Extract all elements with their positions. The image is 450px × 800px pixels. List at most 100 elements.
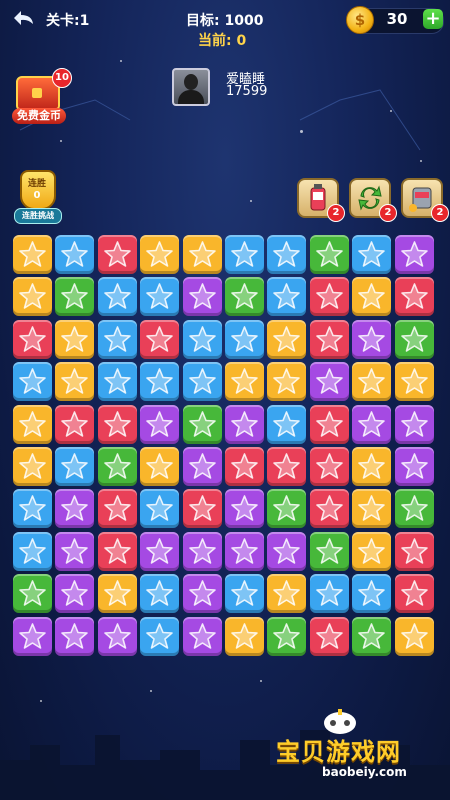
star-tile-yellow[interactable] [267, 574, 306, 613]
star-tile-purple[interactable] [183, 447, 222, 486]
star-tile-green[interactable] [395, 489, 434, 528]
star-tile-yellow[interactable] [352, 447, 391, 486]
star-tile-blue[interactable] [140, 489, 179, 528]
star-tile-green[interactable] [352, 617, 391, 656]
star-tile-red[interactable] [395, 574, 434, 613]
star-tile-blue[interactable] [225, 235, 264, 274]
star-tile-green[interactable] [310, 532, 349, 571]
star-tile-yellow[interactable] [352, 362, 391, 401]
star-tile-purple[interactable] [395, 235, 434, 274]
star-tile-yellow[interactable] [98, 574, 137, 613]
star-tile-purple[interactable] [55, 489, 94, 528]
star-tile-yellow[interactable] [395, 617, 434, 656]
star-tile-yellow[interactable] [55, 320, 94, 359]
star-tile-yellow[interactable] [13, 235, 52, 274]
star-tile-blue[interactable] [98, 320, 137, 359]
star-tile-purple[interactable] [310, 362, 349, 401]
star-tile-red[interactable] [183, 489, 222, 528]
star-tile-green[interactable] [225, 277, 264, 316]
star-tile-blue[interactable] [140, 574, 179, 613]
star-tile-red[interactable] [225, 447, 264, 486]
star-tile-yellow[interactable] [55, 362, 94, 401]
star-tile-blue[interactable] [140, 277, 179, 316]
star-tile-purple[interactable] [352, 320, 391, 359]
star-tile-yellow[interactable] [140, 235, 179, 274]
star-tile-yellow[interactable] [140, 447, 179, 486]
star-tile-purple[interactable] [98, 617, 137, 656]
star-tile-green[interactable] [183, 405, 222, 444]
tool-paint[interactable]: 2 [401, 178, 449, 222]
star-tile-blue[interactable] [140, 362, 179, 401]
star-tile-red[interactable] [310, 489, 349, 528]
star-tile-purple[interactable] [225, 489, 264, 528]
tool-hammer[interactable]: 2 [297, 178, 345, 222]
star-tile-red[interactable] [267, 447, 306, 486]
star-tile-yellow[interactable] [225, 362, 264, 401]
star-tile-blue[interactable] [310, 574, 349, 613]
star-tile-purple[interactable] [183, 532, 222, 571]
star-tile-green[interactable] [267, 617, 306, 656]
star-tile-red[interactable] [55, 405, 94, 444]
add-coins-button[interactable]: + [423, 9, 443, 29]
star-tile-blue[interactable] [352, 235, 391, 274]
star-tile-purple[interactable] [225, 532, 264, 571]
star-tile-green[interactable] [13, 574, 52, 613]
star-tile-purple[interactable] [395, 447, 434, 486]
star-tile-purple[interactable] [267, 532, 306, 571]
star-tile-yellow[interactable] [225, 617, 264, 656]
star-tile-blue[interactable] [183, 362, 222, 401]
star-tile-purple[interactable] [183, 574, 222, 613]
star-tile-red[interactable] [395, 277, 434, 316]
star-tile-green[interactable] [310, 235, 349, 274]
star-tile-yellow[interactable] [13, 447, 52, 486]
star-tile-red[interactable] [98, 235, 137, 274]
star-tile-purple[interactable] [13, 617, 52, 656]
star-tile-blue[interactable] [140, 617, 179, 656]
star-tile-blue[interactable] [267, 235, 306, 274]
star-tile-blue[interactable] [183, 320, 222, 359]
star-tile-purple[interactable] [140, 405, 179, 444]
tool-refresh[interactable]: 2 [349, 178, 397, 222]
star-tile-red[interactable] [140, 320, 179, 359]
star-tile-yellow[interactable] [13, 405, 52, 444]
star-tile-yellow[interactable] [267, 320, 306, 359]
star-tile-purple[interactable] [225, 405, 264, 444]
back-arrow-icon[interactable] [10, 8, 38, 32]
star-tile-green[interactable] [267, 489, 306, 528]
star-tile-purple[interactable] [55, 617, 94, 656]
star-tile-purple[interactable] [183, 617, 222, 656]
win-streak-challenge[interactable]: 连胜 0 连胜挑战 [14, 170, 62, 226]
star-tile-yellow[interactable] [267, 362, 306, 401]
star-tile-blue[interactable] [13, 532, 52, 571]
star-tile-purple[interactable] [55, 574, 94, 613]
star-tile-blue[interactable] [98, 277, 137, 316]
star-tile-purple[interactable] [183, 277, 222, 316]
star-tile-purple[interactable] [55, 532, 94, 571]
star-tile-purple[interactable] [140, 532, 179, 571]
star-tile-red[interactable] [310, 277, 349, 316]
star-tile-red[interactable] [310, 405, 349, 444]
star-tile-blue[interactable] [225, 574, 264, 613]
star-tile-blue[interactable] [98, 362, 137, 401]
star-tile-red[interactable] [395, 532, 434, 571]
star-tile-red[interactable] [98, 489, 137, 528]
star-tile-blue[interactable] [267, 405, 306, 444]
star-tile-yellow[interactable] [395, 362, 434, 401]
star-tile-red[interactable] [310, 447, 349, 486]
star-tile-yellow[interactable] [352, 532, 391, 571]
star-tile-purple[interactable] [352, 405, 391, 444]
star-tile-purple[interactable] [395, 405, 434, 444]
star-tile-red[interactable] [98, 532, 137, 571]
star-tile-yellow[interactable] [13, 277, 52, 316]
star-tile-red[interactable] [13, 320, 52, 359]
star-tile-blue[interactable] [55, 235, 94, 274]
star-tile-red[interactable] [310, 320, 349, 359]
star-tile-green[interactable] [98, 447, 137, 486]
star-tile-green[interactable] [395, 320, 434, 359]
star-tile-blue[interactable] [13, 362, 52, 401]
star-tile-red[interactable] [98, 405, 137, 444]
star-tile-yellow[interactable] [183, 235, 222, 274]
star-tile-yellow[interactable] [352, 489, 391, 528]
free-coins-chest[interactable]: 10 免费金币 [0, 68, 72, 128]
star-tile-blue[interactable] [352, 574, 391, 613]
